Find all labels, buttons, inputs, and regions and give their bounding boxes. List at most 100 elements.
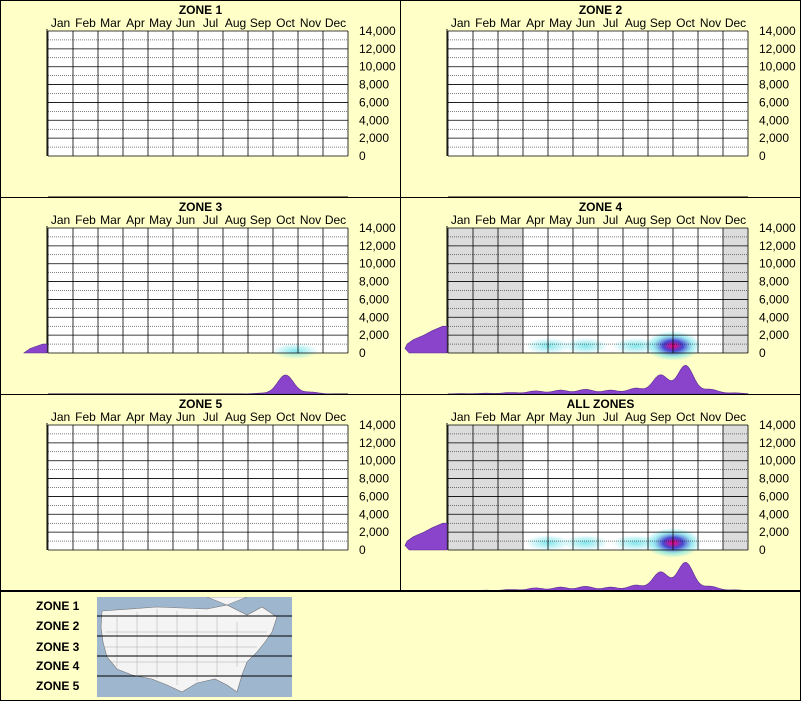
month-tick-label: May <box>549 410 572 424</box>
month-tick-label: Oct <box>676 213 695 227</box>
month-tick-label: Nov <box>700 16 721 30</box>
month-tick-label: May <box>549 213 572 227</box>
month-tick-label: Jun <box>576 16 595 30</box>
month-tick-label: May <box>549 16 572 30</box>
elevation-tick-label: 10,000 <box>359 257 396 271</box>
month-tick-label: Apr <box>126 16 145 30</box>
zone-label-2: ZONE 2 <box>36 619 80 633</box>
month-tick-label: Jul <box>203 410 218 424</box>
elevation-tick-label: 2,000 <box>359 525 389 539</box>
month-tick-label: Dec <box>725 16 746 30</box>
month-tick-label: Dec <box>325 213 346 227</box>
month-tick-label: Feb <box>75 410 96 424</box>
elevation-tick-label: 12,000 <box>359 436 396 450</box>
month-tick-label: Oct <box>276 16 295 30</box>
elevation-tick-label: 4,000 <box>759 113 789 127</box>
month-tick-label: Nov <box>300 16 321 30</box>
month-tick-label: Jul <box>603 16 618 30</box>
month-tick-label: Mar <box>500 16 521 30</box>
elevation-tick-label: 10,000 <box>759 60 796 74</box>
month-tick-label: Aug <box>225 16 246 30</box>
elevation-tick-label: 12,000 <box>759 436 796 450</box>
elevation-tick-label: 12,000 <box>759 42 796 56</box>
month-tick-label: Nov <box>300 410 321 424</box>
chart-panel: ZONE 4 Jan Feb Mar Apr May Jun Jul Aug Sep Oct Nov D… <box>400 197 801 395</box>
elevation-tick-label: 0 <box>759 149 766 163</box>
month-tick-label: Apr <box>526 213 545 227</box>
month-tick-label: Apr <box>126 213 145 227</box>
month-tick-label: May <box>149 410 172 424</box>
zone-label-5: ZONE 5 <box>36 679 80 693</box>
elevation-tick-label: 2,000 <box>759 328 789 342</box>
month-tick-label: Mar <box>100 213 121 227</box>
elevation-tick-label: 6,000 <box>759 292 789 306</box>
elevation-tick-label: 2,000 <box>759 131 789 145</box>
month-tick-label: Aug <box>225 213 246 227</box>
month-tick-label: Dec <box>725 410 746 424</box>
elevation-tick-label: 8,000 <box>359 275 389 289</box>
chart-svg: Jan Feb Mar Apr May Jun Jul Aug Sep Oct Nov Dec 14,0… <box>46 410 396 591</box>
month-tick-label: Aug <box>225 410 246 424</box>
elevation-tick-label: 2,000 <box>759 525 789 539</box>
elevation-tick-label: 6,000 <box>759 95 789 109</box>
month-tick-label: Sep <box>650 410 672 424</box>
month-tick-label: Jul <box>603 410 618 424</box>
zone-legend: ZONE 1 ZONE 2 ZONE 3 ZONE 4 ZONE 5 <box>0 590 801 701</box>
month-tick-label: Sep <box>250 16 272 30</box>
elevation-tick-label: 14,000 <box>759 221 796 235</box>
elevation-tick-label: 0 <box>759 346 766 360</box>
month-tick-label: Feb <box>475 16 496 30</box>
month-tick-label: Sep <box>250 410 272 424</box>
elevation-tick-label: 6,000 <box>759 489 789 503</box>
month-tick-label: Jun <box>576 410 595 424</box>
elevation-tick-label: 14,000 <box>759 418 796 432</box>
elevation-tick-label: 0 <box>359 149 366 163</box>
elevation-tick-label: 8,000 <box>359 472 389 486</box>
elevation-tick-label: 12,000 <box>359 42 396 56</box>
elevation-tick-label: 14,000 <box>359 418 396 432</box>
elevation-tick-label: 0 <box>359 346 366 360</box>
month-tick-label: Feb <box>75 213 96 227</box>
month-distribution <box>48 374 348 394</box>
elevation-tick-label: 0 <box>359 543 366 557</box>
elevation-tick-label: 8,000 <box>759 472 789 486</box>
month-tick-label: Aug <box>625 213 646 227</box>
chart-panel: ZONE 5 Jan Feb Mar Apr May Jun Jul Aug Sep Oct Nov D… <box>0 394 401 592</box>
month-tick-label: Jun <box>176 16 195 30</box>
month-tick-label: Mar <box>500 410 521 424</box>
elevation-tick-label: 4,000 <box>359 507 389 521</box>
month-tick-label: May <box>149 16 172 30</box>
heat-hotspot <box>612 534 659 551</box>
month-tick-label: Nov <box>700 213 721 227</box>
chart-panel: ZONE 3 Jan Feb Mar Apr May Jun Jul Aug Sep Oct Nov D… <box>0 197 401 395</box>
month-tick-label: Jun <box>176 213 195 227</box>
month-tick-label: Feb <box>75 16 96 30</box>
zone-label-3: ZONE 3 <box>36 640 80 654</box>
month-tick-label: Jul <box>203 213 218 227</box>
elevation-tick-label: 2,000 <box>359 328 389 342</box>
month-tick-label: Oct <box>676 16 695 30</box>
elevation-tick-label: 10,000 <box>359 60 396 74</box>
elevation-tick-label: 14,000 <box>759 24 796 38</box>
elevation-tick-label: 2,000 <box>359 131 389 145</box>
month-tick-label: Jul <box>603 213 618 227</box>
elevation-tick-label: 4,000 <box>359 113 389 127</box>
month-tick-label: Jun <box>576 213 595 227</box>
month-tick-label: Apr <box>526 16 545 30</box>
elevation-tick-label: 6,000 <box>359 292 389 306</box>
month-tick-label: Dec <box>325 410 346 424</box>
chart-panel: ALL ZONES Jan Feb Mar Apr May Jun Jul Aug Sep Oct N… <box>400 394 801 592</box>
elevation-tick-label: 8,000 <box>759 275 789 289</box>
chart-panel: ZONE 1 Jan Feb Mar Apr May Jun Jul Aug Sep Oct Nov D… <box>0 0 401 198</box>
elevation-distribution <box>404 325 448 354</box>
month-tick-label: Oct <box>276 410 295 424</box>
elevation-tick-label: 4,000 <box>759 507 789 521</box>
month-tick-label: Jun <box>176 410 195 424</box>
chart-panel: ZONE 2 Jan Feb Mar Apr May Jun Jul Aug Sep Oct Nov D… <box>400 0 801 198</box>
chart-svg: Jan Feb Mar Apr May Jun Jul Aug Sep Oct Nov Dec 14,0… <box>46 16 396 197</box>
chart-svg: Jan Feb Mar Apr May Jun Jul Aug Sep Oct Nov Dec 14,0… <box>446 16 796 197</box>
month-tick-label: Feb <box>475 213 496 227</box>
month-tick-label: Mar <box>100 16 121 30</box>
heat-hotspot <box>272 343 319 360</box>
month-distribution <box>447 561 749 591</box>
